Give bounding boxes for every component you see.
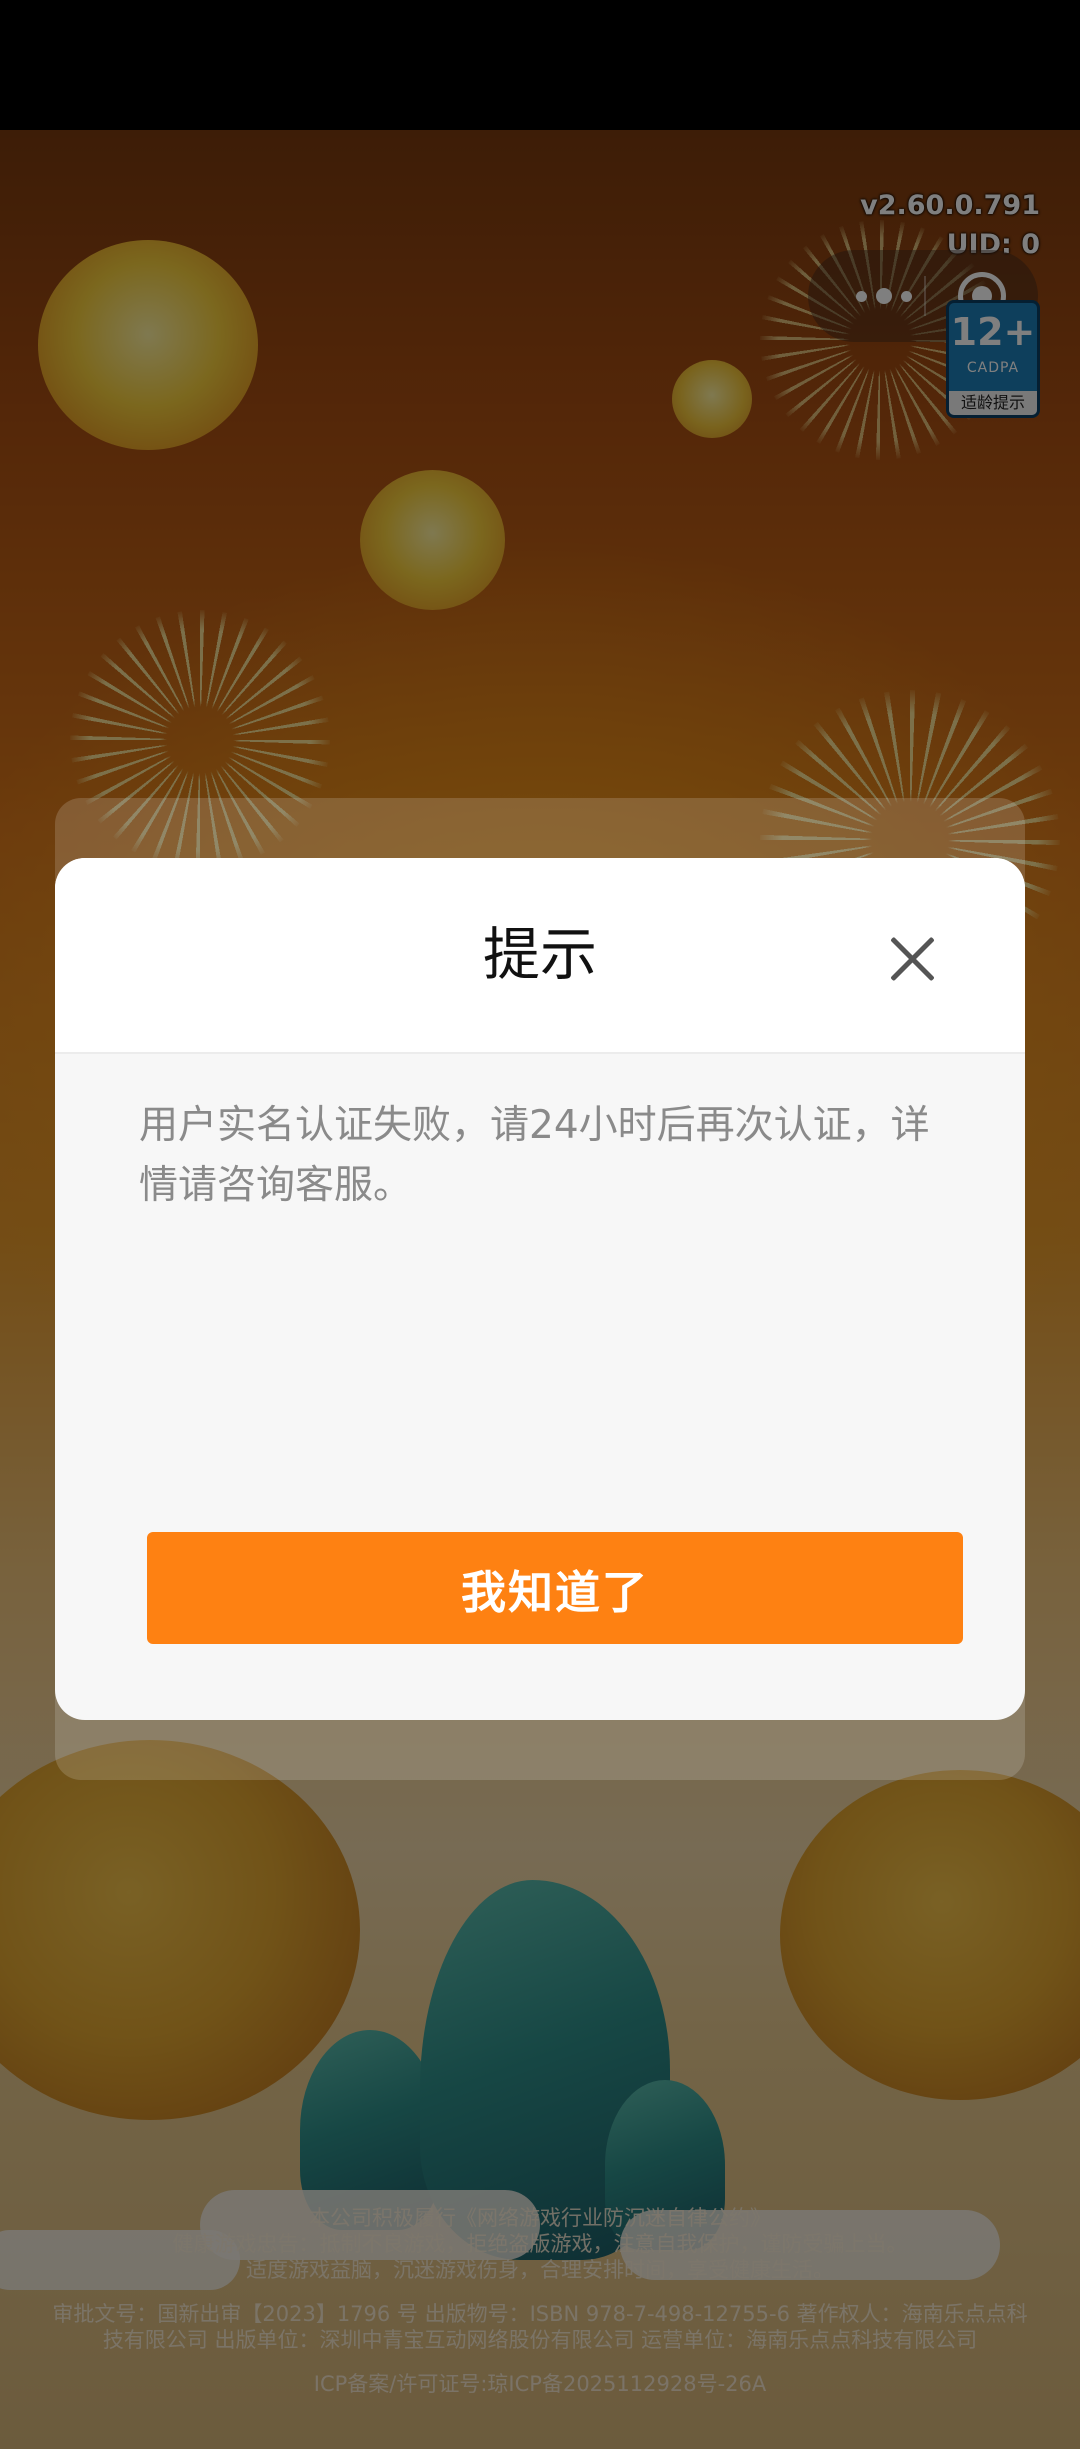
dialog-message: 用户实名认证失败，请24小时后再次认证，详情请咨询客服。 <box>139 1103 930 1208</box>
alert-dialog: 提示 用户实名认证失败，请24小时后再次认证，详情请咨询客服。 我知道了 <box>55 858 1025 1720</box>
dialog-title: 提示 <box>483 922 597 988</box>
close-icon[interactable] <box>887 934 937 984</box>
dialog-header: 提示 <box>55 858 1025 1054</box>
confirm-button[interactable]: 我知道了 <box>147 1532 963 1644</box>
